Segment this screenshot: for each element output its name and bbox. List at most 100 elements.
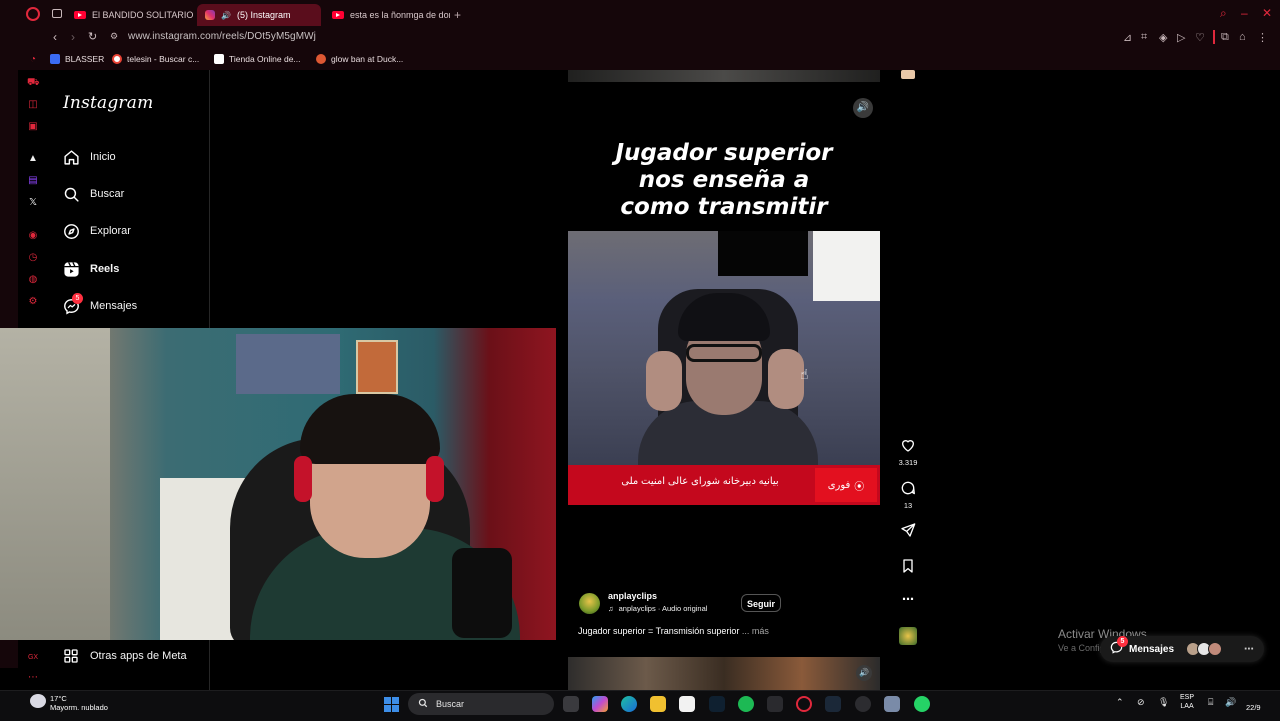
audio-link[interactable]: ♫ anplayclips · Audio original: [608, 604, 707, 613]
cam-person-hair: [300, 394, 440, 464]
like-button[interactable]: [899, 437, 917, 458]
volume-icon[interactable]: 🔊: [853, 98, 873, 118]
gx-icon[interactable]: GX: [27, 652, 39, 664]
camera-off-icon[interactable]: ⊘: [1137, 697, 1145, 708]
reload-icon[interactable]: ↻: [88, 30, 97, 43]
file-explorer-icon[interactable]: [650, 696, 666, 712]
back-icon[interactable]: ‹: [53, 30, 57, 44]
cam-poster: [356, 340, 398, 394]
task-view-icon[interactable]: [563, 696, 579, 712]
edge-icon[interactable]: [621, 696, 637, 712]
author-avatar[interactable]: [579, 593, 600, 614]
profile-icon[interactable]: ⌂: [1239, 31, 1246, 43]
video-person-hand: [646, 351, 682, 411]
close-window-icon[interactable]: ✕: [1262, 6, 1272, 20]
capcut-icon[interactable]: [767, 696, 783, 712]
shield-icon[interactable]: ◈: [1159, 31, 1167, 44]
audio-thumbnail[interactable]: [899, 627, 917, 645]
settings-icon[interactable]: ⚙: [27, 296, 39, 308]
bookmark-tienda[interactable]: Tienda Online de...: [214, 52, 301, 66]
music-note-icon: ♫: [608, 604, 614, 613]
more-options-icon[interactable]: ⋯: [899, 592, 917, 606]
url-field[interactable]: www.instagram.com/reels/DOt5yM5gMWj: [128, 31, 316, 42]
mouse-cursor-icon: ☝: [800, 366, 809, 382]
nav-buscar[interactable]: Buscar: [62, 184, 124, 204]
aria-icon[interactable]: ◔: [27, 54, 39, 66]
nav-mensajes[interactable]: 5 Mensajes: [62, 293, 137, 316]
tab-title: (5) Instagram: [236, 10, 291, 20]
x-icon[interactable]: 𝕏: [27, 197, 39, 209]
cloud-icon[interactable]: [30, 694, 46, 708]
next-reel-preview[interactable]: [568, 657, 880, 690]
whatsapp-icon[interactable]: [914, 696, 930, 712]
tray-chevron-icon[interactable]: ⌃: [1116, 697, 1124, 708]
instagram-logo[interactable]: Instagram: [63, 93, 153, 113]
play-icon[interactable]: ▷: [1177, 31, 1185, 44]
more-icon[interactable]: ⋯: [27, 672, 39, 684]
heart-bookmark-icon[interactable]: ♡: [1195, 31, 1205, 44]
telegram-side-icon[interactable]: ▣: [27, 121, 39, 133]
author-username[interactable]: anplayclips: [608, 591, 657, 601]
tab-overview-icon[interactable]: [52, 9, 62, 18]
save-button[interactable]: [899, 558, 917, 579]
obs-icon[interactable]: [855, 696, 871, 712]
previous-reel-edge[interactable]: [568, 70, 880, 82]
spotify-icon[interactable]: [738, 696, 754, 712]
network-icon[interactable]: ⌸: [1208, 697, 1213, 708]
send-icon: [901, 523, 916, 537]
speaker-icon[interactable]: 🔊: [221, 11, 231, 20]
extensions-icon[interactable]: ⧉: [1221, 31, 1229, 44]
search-tabs-icon[interactable]: ⌕: [1220, 6, 1227, 21]
pin-icon[interactable]: ⊿: [1123, 31, 1132, 44]
opera-logo-icon[interactable]: [26, 7, 40, 21]
language-indicator[interactable]: ESP LAA: [1180, 693, 1194, 711]
microphone-icon[interactable]: 🎙: [1158, 697, 1169, 708]
comment-icon: [901, 481, 915, 495]
settings-app-icon[interactable]: [884, 696, 900, 712]
share-button[interactable]: [899, 522, 917, 543]
comment-button[interactable]: [899, 480, 917, 501]
other-meta-apps[interactable]: Otras apps de Meta: [62, 647, 187, 665]
taskbar-search[interactable]: Buscar: [408, 693, 554, 715]
news-logo: فوری ⦿: [815, 468, 877, 502]
messenger-side-icon[interactable]: ◫: [27, 99, 39, 111]
nav-explorar[interactable]: Explorar: [62, 221, 131, 241]
opera-gx-icon[interactable]: [796, 696, 812, 712]
weather-widget[interactable]: 17°C Mayorm. nublado: [50, 694, 108, 712]
player-icon[interactable]: ◉: [27, 230, 39, 242]
volume-tray-icon[interactable]: 🔊: [1225, 697, 1236, 708]
menu-icon[interactable]: ⋮: [1257, 31, 1268, 44]
steam-icon[interactable]: [825, 696, 841, 712]
bookmark-blasser[interactable]: BLASSER: [50, 52, 104, 66]
volume-icon[interactable]: 🔊: [856, 665, 872, 681]
store-icon[interactable]: [679, 696, 695, 712]
forward-icon[interactable]: ›: [71, 30, 75, 44]
twitch-icon[interactable]: ▤: [27, 175, 39, 187]
site-info-icon[interactable]: ⚙: [110, 31, 118, 42]
previous-audio-thumb[interactable]: [901, 70, 915, 79]
tab-instagram[interactable]: 🔊 (5) Instagram: [197, 4, 321, 26]
windows-start-icon[interactable]: [384, 697, 399, 712]
reel-video-frame[interactable]: [568, 231, 880, 465]
app-icon[interactable]: [709, 696, 725, 712]
tab-youtube-nomga[interactable]: esta es la ñonmga de don: [324, 4, 450, 26]
shopping-icon[interactable]: ⛟: [27, 77, 40, 89]
avatar: [1208, 642, 1223, 656]
chat-icon[interactable]: ◍: [27, 274, 39, 286]
tab-youtube-bandido[interactable]: El BANDIDO SOLITARIO m: [66, 4, 194, 26]
follow-button[interactable]: Seguir: [741, 594, 781, 612]
snapshot-icon[interactable]: ⌗: [1141, 31, 1147, 44]
messages-pill[interactable]: 5 Mensajes ⋯: [1100, 636, 1264, 662]
minimize-icon[interactable]: –: [1241, 6, 1248, 20]
new-tab-button[interactable]: +: [454, 8, 461, 22]
bookmark-telesin[interactable]: telesin - Buscar c...: [112, 52, 199, 66]
arc-icon[interactable]: ▲: [27, 153, 39, 165]
more-link[interactable]: ... más: [742, 626, 769, 636]
copilot-icon[interactable]: [592, 696, 608, 712]
clock[interactable]: 22/9: [1246, 703, 1261, 712]
nav-reels[interactable]: Reels: [62, 259, 119, 279]
nav-inicio[interactable]: Inicio: [62, 147, 116, 167]
more-icon[interactable]: ⋯: [1244, 644, 1254, 655]
bookmark-duckduckgo[interactable]: glow ban at Duck...: [316, 52, 403, 66]
history-icon[interactable]: ◷: [27, 252, 39, 264]
